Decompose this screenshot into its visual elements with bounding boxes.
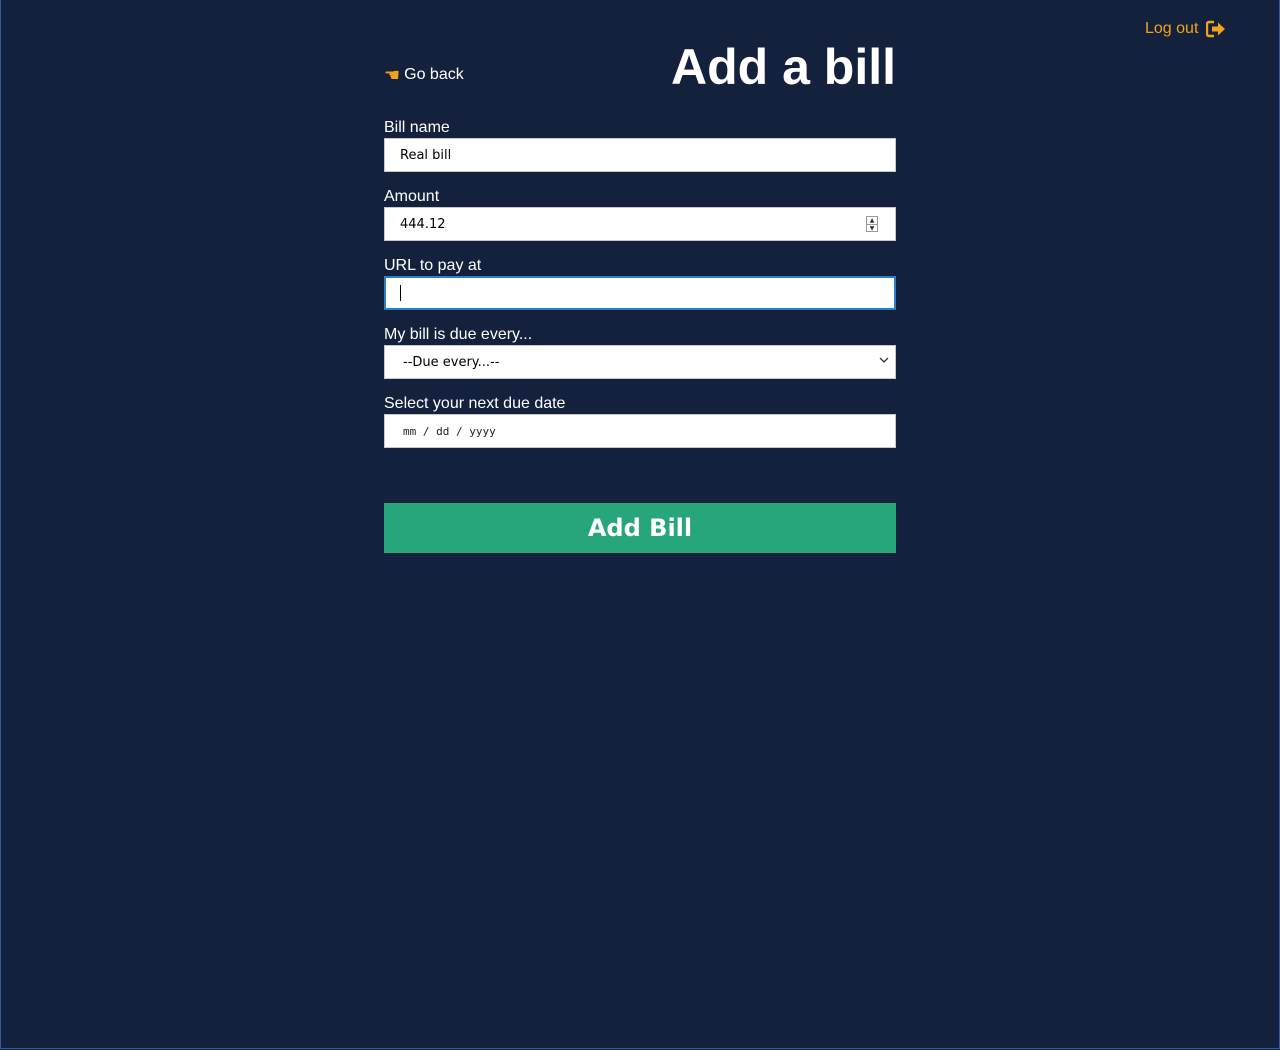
due-date-placeholder: mm / dd / yyyy bbox=[403, 424, 496, 438]
url-label: URL to pay at bbox=[384, 257, 482, 274]
chevron-down-icon bbox=[879, 356, 889, 367]
logout-link[interactable]: Log out bbox=[1145, 20, 1226, 38]
spinner-up-icon[interactable]: ▲ bbox=[867, 217, 877, 224]
frequency-select[interactable]: --Due every...-- bbox=[384, 345, 896, 379]
due-date-input[interactable]: mm / dd / yyyy bbox=[384, 414, 896, 448]
add-bill-form-container: ☚ Go back Add a bill Bill name Real bill… bbox=[384, 0, 896, 553]
frequency-selected-value: --Due every...-- bbox=[403, 354, 500, 370]
frequency-label: My bill is due every... bbox=[384, 326, 533, 343]
frequency-field: My bill is due every... --Due every...-- bbox=[384, 326, 896, 379]
url-field: URL to pay at bbox=[384, 257, 896, 310]
due-date-label: Select your next due date bbox=[384, 395, 566, 412]
bill-name-field: Bill name Real bill bbox=[384, 119, 896, 172]
pointing-hand-icon: ☚ bbox=[384, 65, 401, 85]
url-input[interactable] bbox=[384, 276, 896, 310]
page-title: Add a bill bbox=[671, 39, 896, 95]
amount-value: 444.12 bbox=[400, 216, 446, 232]
due-date-field: Select your next due date mm / dd / yyyy bbox=[384, 395, 896, 448]
bill-name-label: Bill name bbox=[384, 119, 450, 136]
form-header: ☚ Go back Add a bill bbox=[384, 0, 896, 110]
logout-label: Log out bbox=[1145, 20, 1199, 37]
text-caret bbox=[400, 285, 401, 301]
amount-field: Amount 444.12 ▲ ▼ bbox=[384, 188, 896, 241]
go-back-link[interactable]: ☚ Go back bbox=[384, 66, 464, 84]
spinner-arrows-icon[interactable]: ▲ ▼ bbox=[866, 216, 878, 232]
bill-name-value: Real bill bbox=[400, 147, 452, 163]
bill-name-input[interactable]: Real bill bbox=[384, 138, 896, 172]
amount-input[interactable]: 444.12 ▲ ▼ bbox=[384, 207, 896, 241]
add-bill-button[interactable]: Add Bill bbox=[384, 503, 896, 553]
logout-arrow-icon bbox=[1206, 20, 1226, 38]
spinner-down-icon[interactable]: ▼ bbox=[867, 224, 877, 232]
go-back-label: Go back bbox=[404, 66, 464, 83]
amount-label: Amount bbox=[384, 188, 440, 205]
